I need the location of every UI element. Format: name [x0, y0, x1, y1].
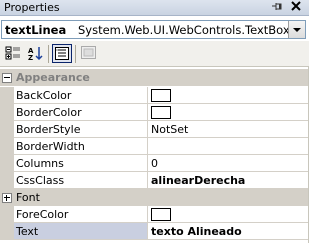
category-font[interactable]: Font [0, 189, 308, 206]
property-value[interactable]: NotSet [148, 121, 308, 138]
property-row-backcolor[interactable]: BackColor [0, 87, 308, 104]
property-name: BorderColor [14, 104, 148, 121]
property-grid: Appearance BackColor BorderColor BorderS… [0, 67, 309, 243]
property-value[interactable] [148, 104, 308, 121]
color-swatch [151, 207, 171, 221]
object-name: textLinea [5, 23, 67, 37]
property-name: BackColor [14, 87, 148, 104]
property-name: Columns [14, 155, 148, 172]
property-row-forecolor[interactable]: ForeColor [0, 206, 308, 223]
close-icon[interactable] [289, 1, 303, 14]
collapse-icon[interactable] [2, 73, 12, 83]
object-selector-dropdown[interactable]: textLinea System.Web.UI.WebControls.Text… [1, 20, 306, 39]
expand-icon[interactable] [2, 193, 12, 203]
property-name: BorderStyle [14, 121, 148, 138]
property-value[interactable] [148, 138, 308, 155]
color-swatch [151, 88, 171, 102]
property-row-bordercolor[interactable]: BorderColor [0, 104, 308, 121]
property-row-columns[interactable]: Columns 0 [0, 155, 308, 172]
events-icon[interactable] [79, 44, 99, 63]
category-label: Appearance [16, 71, 90, 84]
property-value[interactable]: texto Alineado [148, 223, 308, 240]
chevron-down-icon[interactable] [288, 21, 305, 38]
properties-title-bar: Properties [0, 0, 309, 16]
property-row-text[interactable]: Text texto Alineado [0, 223, 308, 240]
property-value[interactable]: 0 [148, 155, 308, 172]
properties-icon[interactable] [52, 44, 72, 63]
property-name: CssClass [14, 172, 148, 189]
color-swatch [151, 105, 171, 119]
properties-toolbar: A Z [0, 41, 309, 67]
toolbar-separator [48, 45, 49, 63]
property-value[interactable] [148, 87, 308, 104]
categorized-icon[interactable] [3, 44, 23, 63]
property-row-cssclass[interactable]: CssClass alinearDerecha [0, 172, 308, 189]
object-type: System.Web.UI.WebControls.TextBox [78, 23, 290, 37]
property-row-borderwidth[interactable]: BorderWidth [0, 138, 308, 155]
property-row-borderstyle[interactable]: BorderStyle NotSet [0, 121, 308, 138]
category-appearance[interactable]: Appearance [0, 69, 308, 86]
toolbar-separator [75, 45, 76, 63]
svg-text:Z: Z [28, 54, 33, 61]
pin-icon[interactable] [270, 1, 284, 14]
property-name: ForeColor [14, 206, 148, 223]
property-value[interactable] [148, 206, 308, 223]
property-value[interactable]: alinearDerecha [148, 172, 308, 189]
alphabetical-icon[interactable]: A Z [26, 44, 46, 63]
category-label: Font [16, 191, 40, 204]
window-title: Properties [4, 1, 60, 14]
property-name: Text [14, 223, 148, 240]
property-name: BorderWidth [14, 138, 148, 155]
